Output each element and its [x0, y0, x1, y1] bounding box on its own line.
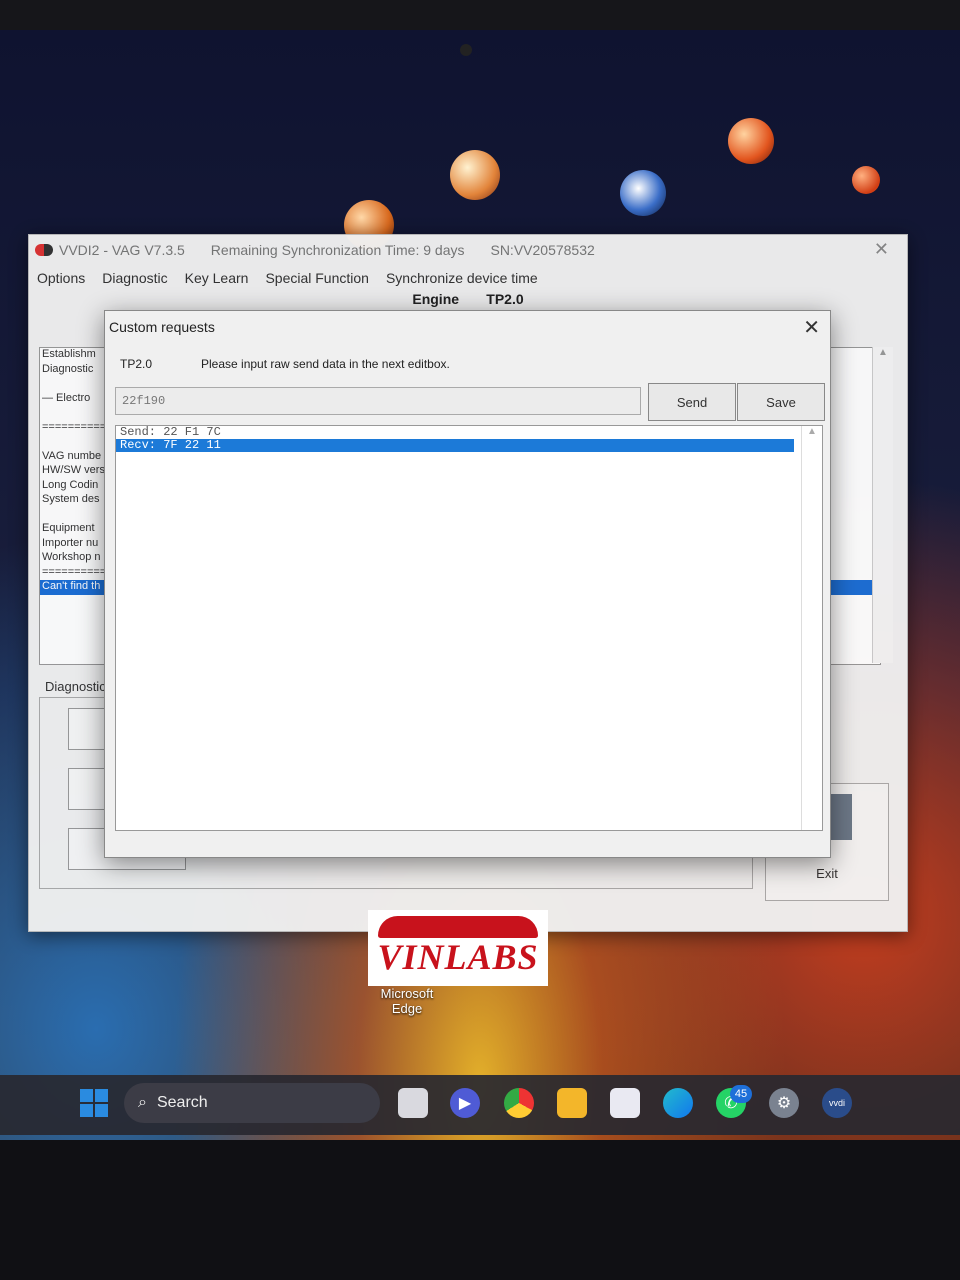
- save-button[interactable]: Save: [737, 383, 825, 421]
- device-bezel: [0, 0, 960, 30]
- protocol-label: TP2.0: [486, 291, 524, 307]
- marble-2: [728, 118, 774, 164]
- camera-icon: [460, 44, 472, 56]
- chrome-icon[interactable]: [504, 1088, 534, 1118]
- taskbar: ⌕ Search ▶ ✆ ⚙ vvdi: [0, 1075, 960, 1135]
- marble-4: [620, 170, 666, 216]
- info-scrollbar[interactable]: ▲: [872, 347, 893, 663]
- sync-status: Remaining Synchronization Time: 9 days: [210, 242, 465, 258]
- watermark-text: VINLABS: [377, 937, 539, 977]
- search-label: Search: [156, 1094, 208, 1111]
- vvdi2-taskbar-icon[interactable]: vvdi: [822, 1088, 852, 1118]
- marble-1: [450, 150, 500, 200]
- send-button[interactable]: Send: [648, 383, 736, 421]
- log-scrollbar[interactable]: ▲: [801, 426, 822, 830]
- main-titlebar: VVDI2 - VAG V7.3.5 Remaining Synchroniza…: [29, 235, 907, 265]
- log-line-recv[interactable]: Recv: 7F 22 11: [116, 439, 794, 452]
- edge-label-line2: Edge: [391, 1001, 423, 1016]
- dialog-close-icon[interactable]: ✕: [803, 315, 820, 340]
- menu-special-function[interactable]: Special Function: [265, 270, 369, 286]
- response-log[interactable]: Send: 22 F1 7C Recv: 7F 22 11 ▲: [115, 425, 823, 831]
- search-icon: ⌕: [138, 1094, 147, 1111]
- diagnostic-group-label: Diagnostic: [45, 679, 106, 694]
- meet-icon[interactable]: ▶: [450, 1088, 480, 1118]
- edge-desktop-shortcut[interactable]: Microsoft Edge: [362, 986, 452, 1016]
- dialog-instruction: Please input raw send data in the next e…: [201, 357, 450, 371]
- serial-number: SN:VV20578532: [490, 242, 595, 258]
- task-view-icon[interactable]: [398, 1088, 428, 1118]
- vvdi-logo-icon: [35, 244, 53, 256]
- raw-data-input[interactable]: 22f190: [115, 387, 641, 415]
- exit-label: Exit: [816, 866, 838, 881]
- car-logo-icon: [378, 916, 538, 938]
- store-icon[interactable]: [610, 1088, 640, 1118]
- main-menubar: Options Diagnostic Key Learn Special Fun…: [29, 265, 907, 291]
- device-bottom-bezel: [0, 1140, 960, 1280]
- dialog-protocol: TP2.0: [120, 357, 153, 371]
- engine-label: Engine: [412, 291, 460, 307]
- settings-gear-icon[interactable]: ⚙: [769, 1088, 799, 1118]
- edge-label-line1: Microsoft: [380, 986, 434, 1001]
- file-explorer-icon[interactable]: [557, 1088, 587, 1118]
- app-title: VVDI2 - VAG V7.3.5: [59, 242, 185, 258]
- start-button[interactable]: [80, 1089, 108, 1117]
- edge-icon[interactable]: [663, 1088, 693, 1118]
- main-close-icon[interactable]: ✕: [874, 239, 889, 260]
- taskbar-search[interactable]: ⌕ Search: [124, 1083, 380, 1123]
- dialog-title: Custom requests: [109, 319, 215, 335]
- vinlabs-watermark: VINLABS: [368, 910, 548, 986]
- menu-key-learn[interactable]: Key Learn: [185, 270, 249, 286]
- marble-3: [852, 166, 880, 194]
- menu-diagnostic[interactable]: Diagnostic: [102, 270, 167, 286]
- menu-options[interactable]: Options: [37, 270, 85, 286]
- whatsapp-badge: 45: [730, 1085, 752, 1103]
- menu-synchronize-time[interactable]: Synchronize device time: [386, 270, 538, 286]
- module-header: Engine TP2.0: [29, 291, 907, 311]
- custom-requests-dialog: Custom requests ✕ TP2.0 Please input raw…: [104, 310, 831, 858]
